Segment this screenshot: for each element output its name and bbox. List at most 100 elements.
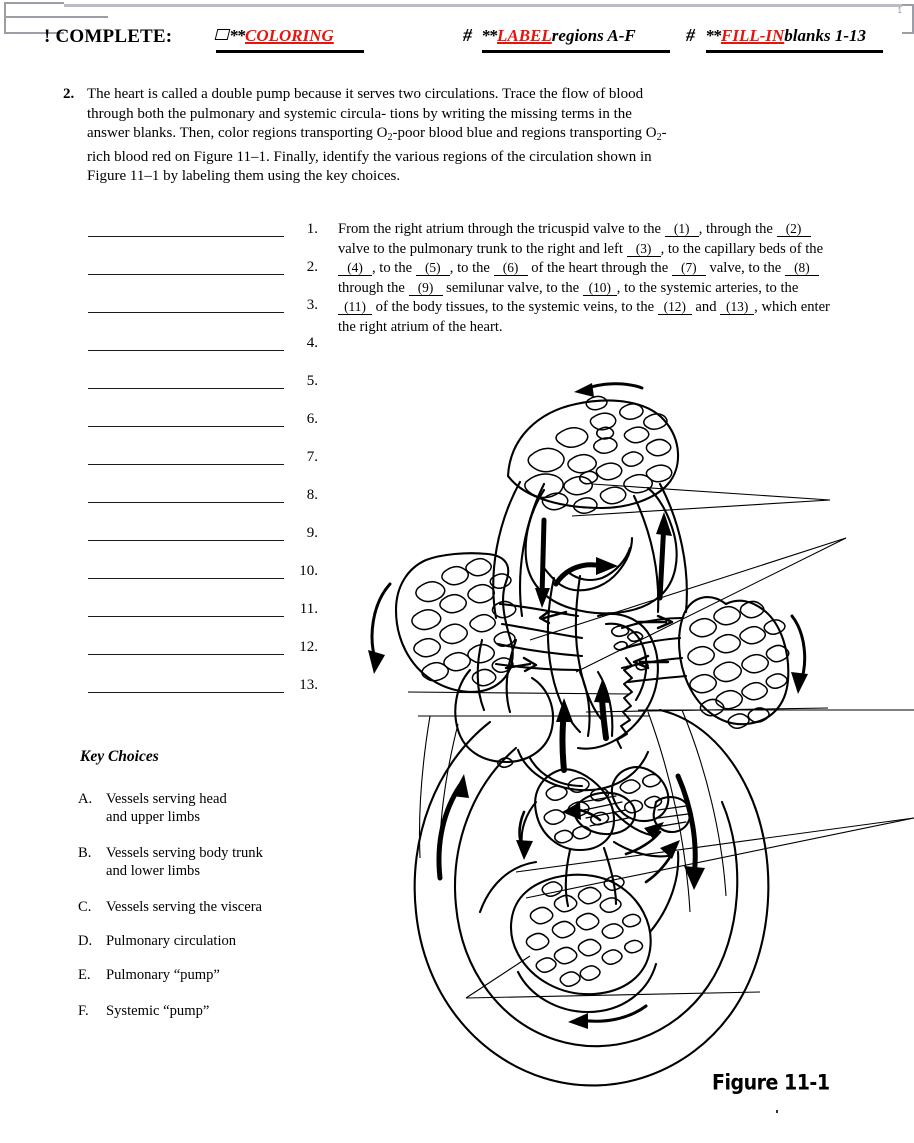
answer-blank-input-8[interactable]	[88, 502, 284, 503]
coloring-word: COLORING	[245, 26, 334, 45]
inline-blank-6[interactable]: (6)	[493, 260, 528, 277]
trace-text-4: , to the	[372, 260, 416, 277]
scan-corner-line-artifact	[4, 16, 108, 18]
fillin-rest: blanks 1-13	[784, 26, 866, 45]
key-choice-text: Pulmonary “pump”	[106, 966, 338, 984]
answer-blank-input-12[interactable]	[88, 654, 284, 655]
key-choice-c[interactable]: C. Vessels serving the viscera	[78, 898, 338, 916]
key-choice-line-1: Pulmonary circulation	[106, 933, 237, 949]
scan-right-tick: 1	[897, 6, 902, 15]
answer-blank-number-13: 13.	[299, 677, 318, 693]
inline-blank-9[interactable]: (9)	[408, 280, 443, 296]
answer-blank-input-13[interactable]	[88, 692, 284, 693]
workbook-page: 1 ! COMPLETE: **COLORING # **LABELregion…	[0, 0, 914, 1143]
key-choice-letter: A.	[78, 791, 93, 807]
inline-blank-3[interactable]: (3)	[626, 241, 661, 257]
answer-blank-number-5: 5.	[306, 373, 318, 389]
inline-blank-13[interactable]: (13)	[720, 299, 755, 316]
key-choice-letter: C.	[78, 899, 92, 915]
key-choice-letter: D.	[78, 933, 93, 949]
answer-blank-input-3[interactable]	[88, 312, 284, 313]
label-word: LABEL	[497, 26, 552, 45]
inline-blank-10[interactable]: (10)	[582, 280, 617, 296]
answer-blank-number-9: 9.	[306, 525, 318, 541]
key-choice-line-1: Vessels serving the viscera	[106, 899, 263, 915]
question-line-1: The heart is called a double pump becaus…	[87, 86, 499, 102]
answer-blank-number-3: 3.	[306, 297, 318, 313]
answer-blank-number-7: 7.	[306, 449, 318, 465]
fillin-word: FILL-IN	[721, 26, 785, 45]
header-task-fillin: **FILL-INblanks 1-13	[706, 26, 883, 53]
key-choice-text: Vessels serving head and upper limbs	[106, 790, 338, 826]
answer-blank-input-11[interactable]	[88, 616, 284, 617]
question-number: 2.	[63, 86, 75, 102]
inline-blank-4[interactable]: (4)	[338, 260, 372, 277]
trace-text-9: semilunar valve, to the	[442, 279, 583, 296]
figure-11-1-diagram	[330, 372, 914, 1092]
answer-blank-input-5[interactable]	[88, 388, 284, 389]
label-rest: regions A-F	[551, 26, 636, 45]
key-choice-line-2: and lower limbs	[106, 863, 201, 879]
header-task-label: **LABELregions A-F	[482, 26, 670, 53]
answer-blank-number-1: 1.	[306, 221, 318, 237]
answer-blank-input-10[interactable]	[88, 578, 284, 579]
trace-text-6: of the heart through the	[527, 260, 672, 277]
inline-blank-7[interactable]: (7)	[671, 260, 706, 277]
inline-blank-1[interactable]: (1)	[664, 221, 699, 237]
answer-blank-number-11: 11.	[299, 601, 318, 617]
header-task-coloring: **COLORING	[214, 26, 364, 53]
inline-blank-2[interactable]: (2)	[776, 221, 811, 237]
inline-blank-8[interactable]: (8)	[784, 260, 819, 277]
answer-blank-number-4: 4.	[306, 335, 318, 351]
key-choice-letter: B.	[78, 845, 92, 861]
inline-blank-5[interactable]: (5)	[415, 260, 450, 277]
key-choice-d[interactable]: D. Pulmonary circulation	[78, 932, 338, 950]
question-line-5: blood red on Figure 11–1. Finally, ident…	[114, 148, 526, 165]
key-choice-text: Vessels serving body trunk and lower limb…	[106, 844, 338, 880]
key-choice-text: Pulmonary circulation	[106, 932, 338, 950]
trace-text-3: , to the capillary beds of the	[660, 240, 824, 257]
coloring-stars: **	[230, 26, 246, 45]
question-line-4a: regions transporting O	[252, 125, 388, 141]
answer-blank-input-9[interactable]	[88, 540, 284, 541]
trace-text-5: , to the	[449, 260, 494, 277]
key-choice-line-1: Vessels serving head	[106, 791, 227, 807]
inline-blank-11[interactable]: (11)	[338, 299, 372, 316]
complete-label: ! COMPLETE:	[44, 26, 173, 47]
key-choice-b[interactable]: B. Vessels serving body trunk and lower li…	[78, 844, 338, 880]
answer-blank-input-7[interactable]	[88, 464, 284, 465]
question-line-4b: -poor blood blue and regions transportin…	[392, 125, 657, 141]
answer-blank-number-8: 8.	[306, 487, 318, 503]
key-choice-e[interactable]: E. Pulmonary “pump”	[78, 966, 338, 984]
page-top-rule	[60, 4, 914, 7]
task-header-banner: ! COMPLETE: **COLORING # **LABELregions …	[0, 25, 914, 54]
key-choice-line-1: Systemic “pump”	[106, 1003, 210, 1019]
answer-blank-input-2[interactable]	[88, 274, 284, 275]
checkbox-icon[interactable]	[214, 29, 231, 40]
key-choice-line-1: Vessels serving body trunk	[106, 845, 263, 861]
trace-text-0: From the right atrium through the tricus…	[338, 221, 665, 237]
inline-blank-12[interactable]: (12)	[657, 299, 692, 316]
trace-text-8: through the	[338, 279, 409, 296]
key-choice-a[interactable]: A. Vessels serving head and upper limbs	[78, 790, 338, 826]
answer-blank-number-2: 2.	[306, 259, 318, 275]
answer-blank-number-12: 12.	[299, 639, 318, 655]
question-text: The heart is called a double pump becaus…	[87, 85, 677, 187]
answer-blank-input-1[interactable]	[88, 236, 284, 237]
key-choices-title: Key Choices	[80, 748, 159, 765]
trace-text-10: , to the systemic arteries, to the	[616, 279, 799, 296]
key-choice-text: Vessels serving the viscera	[106, 898, 338, 916]
answer-blank-input-6[interactable]	[88, 426, 284, 427]
key-choice-letter: E.	[78, 967, 91, 983]
answer-blank-input-4[interactable]	[88, 350, 284, 351]
answer-blank-number-10: 10.	[299, 563, 318, 579]
trace-text-2: valve to the pulmonary trunk to the righ…	[338, 240, 627, 257]
trace-text-12: and	[691, 299, 721, 316]
key-choice-letter: F.	[78, 1003, 89, 1019]
header-separator-2: #	[686, 25, 695, 45]
trace-text-1: , through the	[698, 221, 777, 237]
key-choice-f[interactable]: F. Systemic “pump”	[78, 1002, 338, 1020]
key-choice-text: Systemic “pump”	[106, 1002, 338, 1020]
answer-blank-number-6: 6.	[306, 411, 318, 427]
trace-text-7: valve, to the	[705, 260, 785, 277]
